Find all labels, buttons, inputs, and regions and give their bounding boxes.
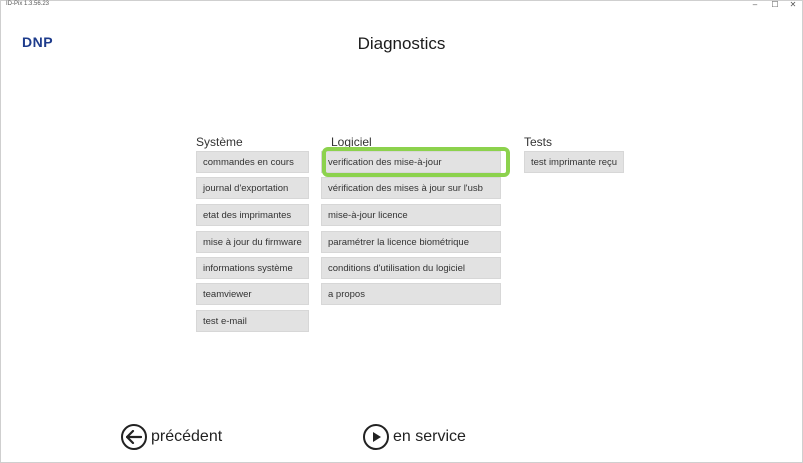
precedent-button[interactable]: précédent — [121, 424, 222, 450]
button-mise-a-jour-licence[interactable]: mise-à-jour licence — [321, 204, 501, 226]
button-verification-mise-a-jour[interactable]: verification des mise-à-jour — [321, 151, 501, 173]
button-licence-biometrique[interactable]: paramétrer la licence biométrique — [321, 231, 501, 253]
play-circle-icon — [363, 424, 389, 450]
page-title: Diagnostics — [357, 34, 446, 53]
button-informations-systeme[interactable]: informations système — [196, 257, 309, 279]
maximize-button[interactable]: ☐ — [768, 0, 782, 10]
button-teamviewer[interactable]: teamviewer — [196, 283, 309, 305]
precedent-label: précédent — [151, 428, 223, 445]
title-bar: ID-Pix 1.3.56.23 – ☐ ✕ — [0, 0, 803, 12]
button-test-email[interactable]: test e-mail — [196, 310, 309, 332]
window-title: ID-Pix 1.3.56.23 — [6, 1, 50, 7]
minimize-button[interactable]: – — [748, 0, 762, 10]
en-service-button[interactable]: en service — [363, 424, 466, 450]
close-button[interactable]: ✕ — [786, 0, 800, 10]
button-journal-exportation[interactable]: journal d'exportation — [196, 177, 309, 199]
column-title-logiciel: Logiciel — [331, 135, 372, 149]
en-service-label: en service — [393, 428, 466, 445]
button-verification-usb[interactable]: vérification des mises à jour sur l'usb — [321, 177, 501, 199]
button-test-imprimante-recu[interactable]: test imprimante reçu — [524, 151, 624, 173]
button-a-propos[interactable]: a propos — [321, 283, 501, 305]
column-title-systeme: Système — [196, 135, 243, 149]
button-mise-a-jour-firmware[interactable]: mise à jour du firmware — [196, 231, 309, 253]
button-etat-imprimantes[interactable]: etat des imprimantes — [196, 204, 309, 226]
column-title-tests: Tests — [524, 135, 553, 149]
button-commandes-en-cours[interactable]: commandes en cours — [196, 151, 309, 173]
left-arrow-circle-icon — [121, 424, 147, 450]
button-conditions-utilisation[interactable]: conditions d'utilisation du logiciel — [321, 257, 501, 279]
